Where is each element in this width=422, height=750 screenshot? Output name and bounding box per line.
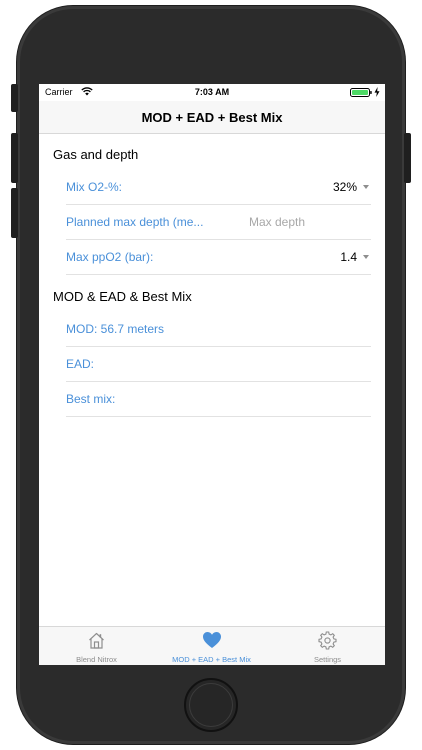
silent-switch — [11, 84, 18, 112]
tab-label: Settings — [313, 655, 342, 664]
mod-result: MOD: 56.7 meters — [66, 322, 165, 336]
best-mix-result-row: Best mix: — [66, 382, 371, 417]
section-header-mod-ead-best-mix: MOD & EAD & Best Mix — [53, 289, 192, 304]
battery-icon — [350, 88, 372, 97]
ead-result-row: EAD: — [66, 347, 371, 382]
tab-mod-ead-best-mix[interactable]: MOD + EAD + Best Mix — [154, 627, 269, 665]
navigation-bar: MOD + EAD + Best Mix — [39, 101, 385, 134]
mix-o2-label: Mix O2-%: — [66, 180, 123, 194]
mix-o2-row[interactable]: Mix O2-%: 32% — [66, 170, 371, 205]
volume-down-button — [11, 188, 18, 238]
tab-bar: Blend Nitrox MOD + EAD + Best Mix Settin… — [39, 626, 385, 665]
section-header-gas-and-depth: Gas and depth — [53, 147, 139, 162]
power-button — [404, 133, 411, 183]
dropdown-caret-icon[interactable] — [363, 185, 369, 189]
max-ppo2-label: Max ppO2 (bar): — [66, 250, 154, 264]
status-bar: Carrier 7:03 AM — [39, 84, 385, 101]
ead-result: EAD: — [66, 357, 95, 371]
home-button[interactable] — [184, 678, 238, 732]
max-depth-label: Planned max depth (me... — [66, 215, 204, 229]
gear-icon — [318, 631, 337, 650]
mod-result-row: MOD: 56.7 meters — [66, 312, 371, 347]
tab-blend-nitrox[interactable]: Blend Nitrox — [39, 627, 154, 665]
dropdown-caret-icon[interactable] — [363, 255, 369, 259]
home-icon — [89, 632, 104, 649]
tab-label: MOD + EAD + Best Mix — [172, 655, 251, 664]
mix-o2-value[interactable]: 32% — [333, 180, 357, 194]
max-depth-row[interactable]: Planned max depth (me... — [66, 205, 371, 240]
charging-icon — [374, 87, 380, 97]
status-time: 7:03 AM — [194, 87, 230, 97]
max-depth-input[interactable] — [249, 212, 367, 232]
screen: Carrier 7:03 AM MOD + EAD + Best Mix Gas… — [39, 84, 385, 665]
tab-label: Blend Nitrox — [76, 655, 117, 664]
heart-icon — [203, 632, 221, 648]
volume-up-button — [11, 133, 18, 183]
max-ppo2-row[interactable]: Max ppO2 (bar): 1.4 — [66, 240, 371, 275]
max-ppo2-value[interactable]: 1.4 — [340, 250, 357, 264]
tab-settings[interactable]: Settings — [270, 627, 385, 665]
nav-title: MOD + EAD + Best Mix — [141, 110, 283, 125]
best-mix-result: Best mix: — [66, 392, 116, 406]
